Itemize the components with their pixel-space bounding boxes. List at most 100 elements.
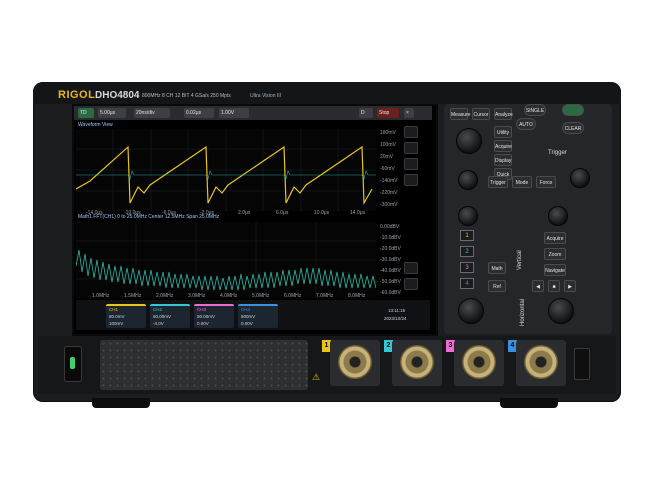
- sidebar-icon[interactable]: [404, 158, 418, 170]
- left-foot: [92, 398, 150, 408]
- trigger-menu-button[interactable]: Trigger: [488, 176, 508, 188]
- fft-y-label: -40.0dBV: [380, 268, 401, 274]
- analyze-button[interactable]: Analyze: [494, 108, 513, 120]
- ref-button[interactable]: Ref: [488, 280, 506, 292]
- math-button[interactable]: Math: [488, 262, 506, 274]
- sidebar-icon[interactable]: [404, 126, 418, 138]
- ch2-label: CH2: [153, 307, 163, 312]
- bnc-connector-icon: [338, 345, 372, 379]
- fft-area[interactable]: [75, 222, 377, 298]
- ch1-info-box[interactable]: CH1 80.0mV 100mV: [106, 304, 146, 328]
- stop-button[interactable]: ■: [548, 280, 560, 292]
- sidebar-icon[interactable]: [404, 142, 418, 154]
- acquire-horizontal-button[interactable]: Acquire: [544, 232, 566, 244]
- power-indicator: [70, 357, 75, 369]
- ch1-label: CH1: [109, 307, 119, 312]
- ch1-scale: 80.0mV: [109, 314, 125, 319]
- play-forward-button[interactable]: ▶: [564, 280, 576, 292]
- status-d[interactable]: D: [359, 108, 373, 118]
- power-button[interactable]: [64, 346, 82, 382]
- wave-y-label: 20mV: [380, 154, 394, 160]
- auto-button[interactable]: AUTO: [516, 118, 536, 130]
- intensity-knob[interactable]: [458, 170, 478, 190]
- status-bar[interactable]: TD 5.00μs 20ns/div 0.02μs 1.00V D Stop ×: [74, 106, 432, 120]
- sidebar-icon[interactable]: [404, 278, 418, 290]
- channel-4-input[interactable]: [516, 340, 566, 386]
- wave-y-label: 100mV: [380, 142, 396, 148]
- channel-2-input[interactable]: [392, 340, 442, 386]
- status-sample[interactable]: 20ns/div: [134, 108, 170, 118]
- speaker-grille: [100, 340, 308, 390]
- run-stop-button[interactable]: [562, 104, 584, 116]
- channel-1-input[interactable]: [330, 340, 380, 386]
- ch2-scale: 50.00mV: [153, 314, 172, 319]
- wave-x-label: 14.0μs: [350, 210, 366, 216]
- status-trigger-level[interactable]: 1.00V: [219, 108, 249, 118]
- clear-button[interactable]: CLEAR: [562, 122, 584, 134]
- channel-3-button[interactable]: 3: [460, 262, 474, 273]
- sidebar-icon[interactable]: [404, 262, 418, 274]
- channel-4-button[interactable]: 4: [460, 278, 474, 289]
- fft-y-label: -60.0dBV: [380, 290, 401, 296]
- bnc-connector-icon: [400, 345, 434, 379]
- probe-comp-terminal[interactable]: [574, 348, 590, 380]
- ch4-label: CH4: [241, 307, 251, 312]
- ch3-info-box[interactable]: CH3 50.00mV 0.00V: [194, 304, 234, 328]
- channel-1-button[interactable]: 1: [460, 230, 474, 241]
- trigger-mode-button[interactable]: Mode: [512, 176, 532, 188]
- fft-y-label: 0.00dBV: [380, 224, 400, 230]
- close-icon[interactable]: ×: [404, 108, 414, 118]
- ch3-offset: 0.00V: [197, 321, 209, 326]
- ch2-offset: -4.0V: [153, 321, 164, 326]
- ch2-info-box[interactable]: CH2 50.00mV -4.0V: [150, 304, 190, 328]
- wave-y-label: 180mV: [380, 130, 396, 136]
- fft-x-label: 4.0MHz: [220, 293, 238, 299]
- wave-x-label: 10.0μs: [314, 210, 330, 216]
- bnc-connector-icon: [524, 345, 558, 379]
- multipurpose-knob[interactable]: [456, 128, 482, 154]
- channel-2-button[interactable]: 2: [460, 246, 474, 257]
- warning-icon: ⚠: [312, 372, 321, 382]
- cursor-button[interactable]: Cursor: [472, 108, 490, 120]
- single-button[interactable]: SINGLE: [524, 104, 546, 116]
- ch4-info-box[interactable]: CH4 500mV 0.00V: [238, 304, 278, 328]
- measure-button[interactable]: Measure: [450, 108, 470, 120]
- wave-x-label: 6.0μs: [276, 210, 289, 216]
- vertical-position-knob[interactable]: [458, 206, 478, 226]
- right-foot: [500, 398, 558, 408]
- waveform-view-title: Waveform View: [78, 122, 113, 128]
- ch4-offset: 0.00V: [241, 321, 253, 326]
- fft-x-label: 1.0MHz: [92, 293, 110, 299]
- ch1-offset: 100mV: [109, 321, 124, 326]
- status-td[interactable]: TD: [78, 108, 94, 118]
- fft-y-label: -30.0dBV: [380, 257, 401, 263]
- wave-y-label: -300mV: [380, 202, 398, 208]
- fft-x-label: 7.0MHz: [316, 293, 334, 299]
- vertical-scale-knob[interactable]: [458, 298, 484, 324]
- channel-3-input[interactable]: [454, 340, 504, 386]
- fft-x-label: 6.0MHz: [284, 293, 302, 299]
- ch3-label: CH3: [197, 307, 207, 312]
- fft-spectrum-trace: [75, 249, 377, 291]
- status-run-stop[interactable]: Stop: [377, 108, 399, 118]
- play-back-button[interactable]: ◀: [532, 280, 544, 292]
- status-delay[interactable]: 0.02μs: [184, 108, 214, 118]
- waveform-area[interactable]: [75, 129, 376, 211]
- fft-x-label: 1.5MHz: [124, 293, 142, 299]
- sidebar-icon[interactable]: [404, 174, 418, 186]
- navigate-button[interactable]: Navigate: [544, 264, 566, 276]
- fft-x-label: 2.0MHz: [156, 293, 174, 299]
- vertical-section-label: Vertical: [517, 250, 523, 270]
- fft-x-label: 8.0MHz: [348, 293, 366, 299]
- display-button[interactable]: Display: [494, 154, 512, 166]
- fft-x-label: 5.0MHz: [252, 293, 270, 299]
- horizontal-position-knob[interactable]: [548, 206, 568, 226]
- horizontal-scale-knob[interactable]: [548, 298, 574, 324]
- status-timebase[interactable]: 5.00μs: [98, 108, 126, 118]
- trigger-force-button[interactable]: Force: [536, 176, 556, 188]
- utility-button[interactable]: Utility: [494, 126, 512, 138]
- fft-svg: [75, 222, 377, 298]
- acquire-button[interactable]: Acquire: [494, 140, 512, 152]
- trigger-level-knob[interactable]: [570, 168, 590, 188]
- zoom-button[interactable]: Zoom: [544, 248, 566, 260]
